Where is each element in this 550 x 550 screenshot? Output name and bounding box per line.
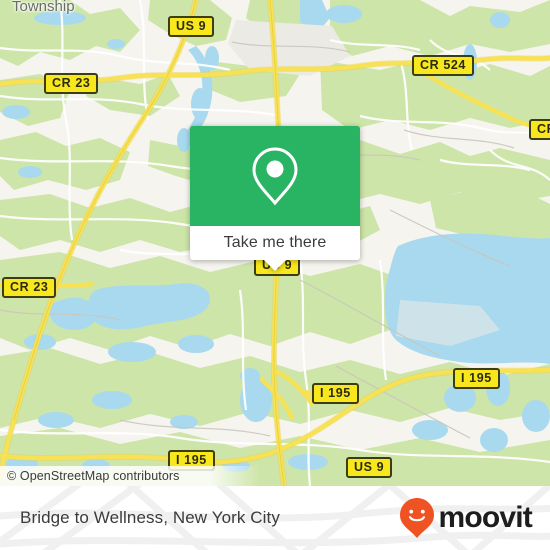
moovit-wordmark: moovit [438,501,532,534]
take-me-there-button[interactable]: Take me there [190,226,360,260]
road-shield-cr23-west: CR 23 [2,277,57,298]
road-shield-i195-center: I 195 [312,383,359,404]
road-shield-cr-east-partial: CR [529,119,550,140]
page-footer: Bridge to Wellness, New York City moovit [0,486,550,550]
station-title: Bridge to Wellness, New York City [20,486,280,550]
take-me-there-label: Take me there [223,234,327,251]
station-title-label: Bridge to Wellness, New York City [20,508,280,527]
road-shield-i195-east: I 195 [453,368,500,389]
map-place-label-township: Township [12,0,75,15]
station-popup-card[interactable]: Take me there [190,126,360,271]
map-attribution[interactable]: © OpenStreetMap contributors [0,466,550,486]
location-pin-icon [252,147,298,206]
road-shield-cr524: CR 524 [412,55,474,76]
moovit-logo[interactable]: moovit [399,486,533,550]
road-shield-us9-north: US 9 [168,16,215,37]
popup-header [190,126,360,226]
map-canvas[interactable]: Township US 9 CR 524 CR 23 CR CR 23 US 9… [0,0,550,486]
moovit-station-map-page: Township US 9 CR 524 CR 23 CR CR 23 US 9… [0,0,550,550]
road-shield-cr23-top: CR 23 [44,73,99,94]
popup-pointer [264,260,286,271]
moovit-pin-smiley-icon [400,498,435,538]
map-attribution-label: © OpenStreetMap contributors [7,469,180,483]
